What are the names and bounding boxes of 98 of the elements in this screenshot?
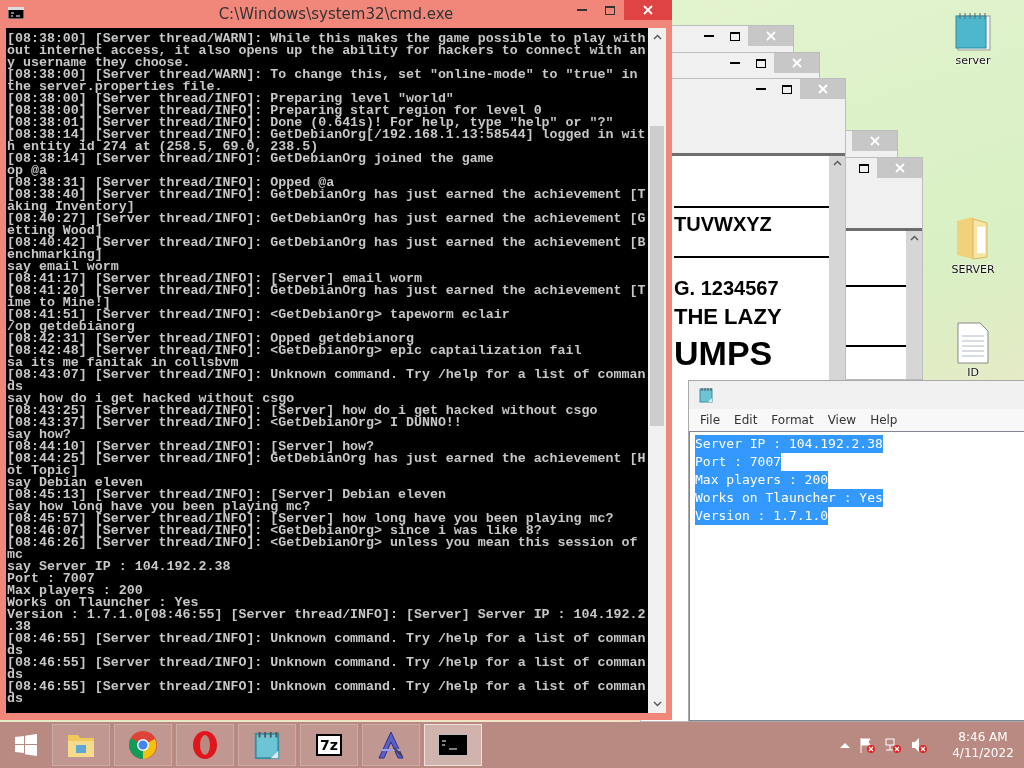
windows-logo-icon — [15, 734, 37, 756]
scrollbar[interactable] — [648, 28, 666, 713]
console-line: [08:38:01] [Server thread/INFO]: Done (0.641s)! For help, type "help" or "?" — [7, 117, 614, 129]
console-line: Port : 7007 — [7, 573, 95, 585]
maximize-icon[interactable] — [859, 163, 869, 173]
console-icon — [8, 7, 24, 19]
console-line: say Server IP : 104.192.2.38 — [7, 561, 231, 573]
font-sample-text: TUVWXYZ — [674, 212, 772, 236]
taskbar-app-button[interactable] — [424, 724, 482, 766]
console-line: .38 — [7, 621, 31, 633]
scroll-up-icon[interactable] — [909, 235, 919, 241]
console-line: [08:38:40] [Server thread/INFO]: GetDebianOrg has just earned the achievement [T — [7, 189, 646, 201]
maximize-icon[interactable] — [730, 31, 740, 41]
console-line: Version : 1.7.1.0[08:46:55] [Server thread/INFO]: [Server] Server IP : 104.192.2 — [7, 609, 646, 621]
font-sample-text: THE LAZY — [674, 304, 782, 330]
browser-icon — [128, 730, 158, 760]
menu-item[interactable]: Edit — [729, 411, 763, 429]
console-line: ds — [7, 669, 23, 681]
console-line: ot Topic] — [7, 465, 79, 477]
console-line: sa its me fanitak in collsbvm — [7, 357, 239, 369]
desktop-icon-label[interactable]: server — [955, 54, 991, 67]
menu-item[interactable]: Format — [766, 411, 819, 429]
console-line: the server.properties file. — [7, 81, 223, 93]
scroll-down-icon[interactable] — [652, 701, 662, 707]
menu-item[interactable]: View — [822, 411, 862, 429]
console-line: ds — [7, 693, 23, 705]
console-line: [08:42:48] [Server thread/INFO]: <GetDebianOrg> epic captailization fail — [7, 345, 582, 357]
archiver-icon: 7z — [316, 734, 342, 756]
notepad-icon — [253, 730, 281, 760]
console-line: [08:46:55] [Server thread/INFO]: Unknown command. Try /help for a list of comman — [7, 633, 646, 645]
console-line: op @a — [7, 165, 47, 177]
console-line: [08:41:51] [Server thread/INFO]: <GetDebianOrg> tapeworm eclair — [7, 309, 510, 321]
console-line: [08:42:31] [Server thread/INFO]: Opped getdebianorg — [7, 333, 414, 345]
font-sample-text: UMPS — [674, 334, 773, 372]
paint-icon — [376, 730, 406, 760]
console-line: [08:44:25] [Server thread/INFO]: GetDebianOrg has just earned the achievement [H — [7, 453, 646, 465]
console-line: [08:41:17] [Server thread/INFO]: [Server] email worm — [7, 273, 422, 285]
console-line: [08:43:25] [Server thread/INFO]: [Server] how do i get hacked without csgo — [7, 405, 598, 417]
console-line: enchmarking] — [7, 249, 103, 261]
console-line: Max players : 200 — [7, 585, 143, 597]
console-line: [08:43:37] [Server thread/INFO]: <GetDebianOrg> I DUNNO!! — [7, 417, 462, 429]
flag-icon[interactable] — [858, 737, 876, 753]
console-line: [08:43:07] [Server thread/INFO]: Unknown command. Try /help for a list of comman — [7, 369, 646, 381]
console-line: ds — [7, 381, 23, 393]
chevron-up-icon[interactable] — [840, 742, 850, 748]
console-line: say how? — [7, 429, 71, 441]
console-line: [08:46:55] [Server thread/INFO]: Unknown command. Try /help for a list of comman — [7, 657, 646, 669]
speaker-icon[interactable] — [910, 737, 928, 753]
console-line: [08:45:13] [Server thread/INFO]: [Server] Debian eleven — [7, 489, 446, 501]
console-line: y username they choose. — [7, 57, 191, 69]
scroll-up-icon[interactable] — [652, 34, 662, 40]
console-line: ds — [7, 645, 23, 657]
scroll-up-icon[interactable] — [832, 160, 842, 166]
console-line: [08:40:27] [Server thread/INFO]: GetDebianOrg has just earned the achievement [G — [7, 213, 646, 225]
browser-icon — [192, 730, 218, 760]
console-line: h entity id 274 at (258.5, 69.0, 238.5) — [7, 141, 319, 153]
console-line: [08:45:57] [Server thread/INFO]: [Server] how long have you been playing mc? — [7, 513, 614, 525]
console-line: [08:38:14] [Server thread/INFO]: GetDebianOrg joined the game — [7, 153, 494, 165]
notepad-icon[interactable] — [952, 10, 994, 52]
window-title: C:\Windows\system32\cmd.exe — [218, 5, 454, 23]
console-line: [08:38:00] [Server thread/INFO]: Preparing level "world" — [7, 93, 454, 105]
notepad-icon — [699, 387, 713, 403]
menu-item[interactable]: File — [695, 411, 726, 429]
console-line: [08:46:26] [Server thread/INFO]: <GetDebianOrg> unless you mean this session of — [7, 537, 638, 549]
console-line: [08:38:00] [Server thread/INFO]: Preparing start region for level 0 — [7, 105, 542, 117]
console-line: [08:41:20] [Server thread/INFO]: GetDebianOrg has just earned the achievement [T — [7, 285, 646, 297]
console-line: [08:40:42] [Server thread/INFO]: GetDebianOrg has just earned the achievement [B — [7, 237, 646, 249]
console-line: Works on Tlauncher : Yes — [7, 597, 199, 609]
console-icon — [438, 734, 468, 756]
maximize-icon[interactable] — [782, 84, 792, 94]
console-line: etting Wood] — [7, 225, 103, 237]
console-line: say Debian eleven — [7, 477, 143, 489]
console-line: out internet access, it also opens up the ability for hackers to connect with an — [7, 45, 646, 57]
console-line: /op getdebianorg — [7, 321, 135, 333]
console-line: [08:38:00] [Server thread/WARN]: While this makes the game possible to play with — [7, 33, 646, 45]
console-line: [08:38:14] [Server thread/INFO]: GetDebianOrg[/192.168.1.13:58544] logged in wit — [7, 129, 646, 141]
minimize-icon[interactable] — [704, 34, 714, 38]
minimize-icon[interactable] — [756, 87, 766, 91]
console-line: say how do i get hacked without csgo — [7, 393, 295, 405]
console-line: aking Inventory] — [7, 201, 135, 213]
taskbar-app-button[interactable]: 7z — [300, 724, 358, 766]
close-icon[interactable] — [643, 5, 653, 15]
minimize-icon[interactable] — [730, 61, 740, 65]
network-icon[interactable] — [884, 737, 902, 753]
console-line: [08:38:31] [Server thread/INFO]: Opped @a — [7, 177, 335, 189]
console-line: mc — [7, 549, 23, 561]
console-line: say how long have you been playing mc? — [7, 501, 311, 513]
font-sample-text: G. 1234567 — [674, 276, 779, 300]
console-line: [08:46:07] [Server thread/INFO]: <GetDebianOrg> since i was like 8? — [7, 525, 542, 537]
console-line: [08:38:00] [Server thread/WARN]: To change this, set "online-mode" to "true" in — [7, 69, 638, 81]
console-line: [08:46:55] [Server thread/INFO]: Unknown command. Try /help for a list of comman — [7, 681, 646, 693]
console-line: [08:44:10] [Server thread/INFO]: [Server] how? — [7, 441, 375, 453]
menu-item[interactable]: Help — [865, 411, 903, 429]
console-line: ime to Mine!] — [7, 297, 111, 309]
desktop-icon-label[interactable]: SERVER — [951, 263, 995, 276]
console-line: say email worm — [7, 261, 119, 273]
maximize-icon[interactable] — [756, 58, 766, 68]
desktop-icon-label[interactable]: ID — [967, 366, 979, 379]
